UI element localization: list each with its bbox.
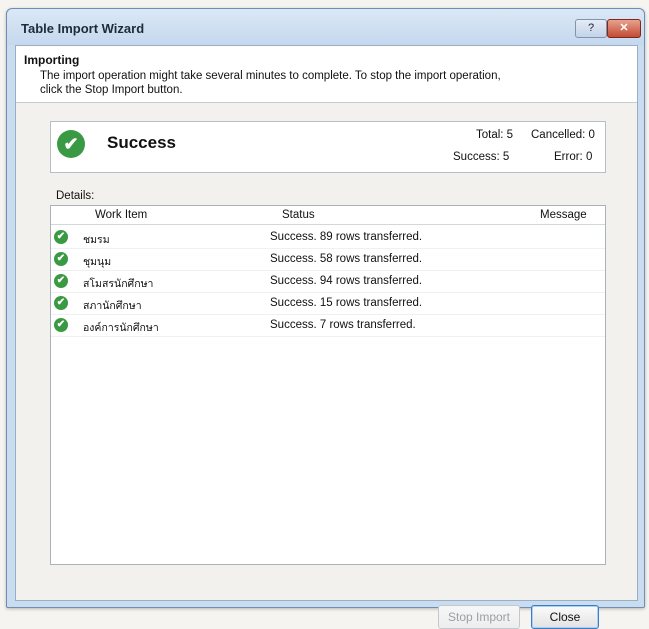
window-close-button[interactable]: ✕ — [607, 19, 641, 38]
cancelled-count: Cancelled: 0 — [531, 129, 595, 141]
summary-status-label: Success — [107, 133, 176, 152]
import-summary-panel: ✔ Success Total: 5 Cancelled: 0 Success:… — [50, 121, 606, 173]
page-description: The import operation might take several … — [40, 70, 501, 96]
work-item-status: Success. 89 rows transferred. — [270, 231, 423, 243]
success-check-icon: ✔ — [54, 274, 68, 288]
work-item-status: Success. 58 rows transferred. — [270, 253, 423, 265]
table-row[interactable]: ✔ สภานักศึกษา Success. 15 rows transferr… — [51, 292, 605, 315]
page-title: Importing — [24, 53, 80, 67]
wizard-body: ✔ Success Total: 5 Cancelled: 0 Success:… — [16, 103, 637, 629]
work-item-status: Success. 94 rows transferred. — [270, 275, 423, 287]
work-item-name: องค์การนักศึกษา — [83, 322, 159, 334]
title-bar[interactable]: Table Import Wizard ? ✕ — [7, 9, 644, 45]
work-item-status: Success. 15 rows transferred. — [270, 297, 423, 309]
total-count: Total: 5 — [476, 129, 514, 141]
details-label: Details: — [56, 190, 95, 202]
work-item-name: ชมรม — [83, 234, 110, 246]
success-count: Success: 5 — [453, 151, 510, 163]
work-item-name: สภานักศึกษา — [83, 300, 142, 312]
column-header-status[interactable]: Status — [282, 209, 315, 221]
import-wizard-window: Table Import Wizard ? ✕ Importing The im… — [6, 8, 645, 629]
table-row[interactable]: ✔ สโมสรนักศึกษา Success. 94 rows transfe… — [51, 270, 605, 293]
success-check-icon: ✔ — [57, 130, 85, 158]
window-title: Table Import Wizard — [21, 21, 145, 36]
success-check-icon: ✔ — [54, 252, 68, 266]
close-button[interactable]: Close — [531, 605, 599, 629]
details-grid[interactable]: Work Item Status Message ✔ ชมรม Success.… — [50, 205, 606, 565]
grid-header: Work Item Status Message — [51, 206, 605, 225]
work-item-name: สโมสรนักศึกษา — [83, 278, 154, 290]
stop-import-button[interactable]: Stop Import — [438, 605, 520, 629]
column-header-message[interactable]: Message — [540, 209, 587, 221]
wizard-header: Importing The import operation might tak… — [16, 46, 637, 103]
wizard-content: Importing The import operation might tak… — [15, 45, 638, 629]
success-check-icon: ✔ — [54, 296, 68, 310]
table-row[interactable]: ✔ ชมรม Success. 89 rows transferred. — [51, 226, 605, 249]
success-check-icon: ✔ — [54, 230, 68, 244]
success-check-icon: ✔ — [54, 318, 68, 332]
work-item-name: ชุมนุม — [83, 256, 112, 268]
work-item-status: Success. 7 rows transferred. — [270, 319, 416, 331]
table-row[interactable]: ✔ ชุมนุม Success. 58 rows transferred. — [51, 248, 605, 271]
column-header-work-item[interactable]: Work Item — [95, 209, 147, 221]
table-row[interactable]: ✔ องค์การนักศึกษา Success. 7 rows transf… — [51, 314, 605, 337]
error-count: Error: 0 — [554, 151, 593, 163]
help-button[interactable]: ? — [575, 19, 607, 38]
